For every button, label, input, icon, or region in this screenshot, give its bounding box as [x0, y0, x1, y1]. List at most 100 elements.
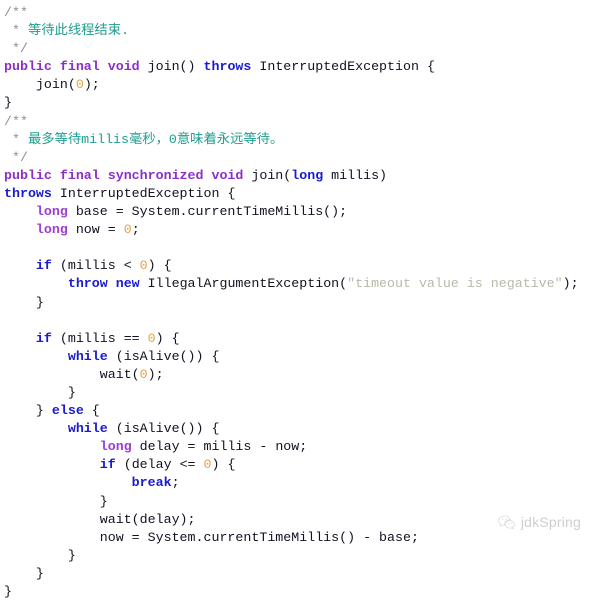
- code-token: ) {: [155, 330, 180, 346]
- code-token: millis): [323, 167, 388, 183]
- code-token: ;: [131, 222, 140, 238]
- code-token: while: [67, 348, 108, 364]
- code-line: }: [0, 294, 591, 312]
- code-token: 0: [123, 222, 132, 238]
- code-token: 最多等待millis毫秒，0意味着永远等待。: [27, 131, 284, 147]
- code-token: }: [4, 547, 76, 563]
- code-token: InterruptedException {: [251, 59, 435, 75]
- code-line: } else {: [0, 402, 591, 420]
- code-token: public final synchronized void: [4, 167, 244, 183]
- code-token: if: [99, 457, 116, 473]
- code-token: base = System.currentTimeMillis();: [67, 204, 348, 220]
- code-line: /**: [0, 4, 591, 22]
- code-token: }: [4, 565, 44, 581]
- code-line: }: [0, 547, 591, 565]
- code-token: 0: [139, 366, 148, 382]
- code-token: {: [83, 403, 100, 419]
- code-token: long: [35, 222, 68, 238]
- code-token: (isAlive()) {: [107, 421, 220, 437]
- code-token: break: [131, 475, 172, 491]
- code-line: if (millis == 0) {: [0, 330, 591, 348]
- code-token: 0: [203, 457, 212, 473]
- code-snippet-image: /** * 等待此线程结束. */public final void join(…: [0, 0, 591, 599]
- code-token: );: [562, 276, 579, 292]
- code-line: * 等待此线程结束.: [0, 22, 591, 40]
- code-token: *: [4, 23, 28, 39]
- code-token: /**: [4, 5, 28, 20]
- code-line: */: [0, 40, 591, 58]
- code-token: }: [4, 493, 108, 509]
- code-token: join(): [139, 59, 204, 75]
- code-block: /** * 等待此线程结束. */public final void join(…: [0, 4, 591, 601]
- code-line: throws InterruptedException {: [0, 185, 591, 203]
- code-token: */: [4, 41, 28, 57]
- code-line: if (millis < 0) {: [0, 257, 591, 275]
- code-token: if: [35, 258, 52, 274]
- code-line: }: [0, 583, 591, 601]
- code-token: /**: [4, 113, 28, 129]
- code-line: }: [0, 384, 591, 402]
- code-token: IllegalArgumentException(: [139, 276, 348, 292]
- code-token: (isAlive()) {: [107, 348, 220, 364]
- wechat-icon: [498, 515, 515, 530]
- code-token: wait(delay);: [4, 511, 196, 527]
- code-token: ) {: [147, 258, 172, 274]
- code-token: }: [4, 403, 52, 419]
- code-token: "timeout value is negative": [347, 276, 563, 292]
- watermark: jdkSpring: [498, 514, 581, 530]
- code-token: }: [4, 95, 12, 111]
- code-line: }: [0, 565, 591, 583]
- code-token: long: [35, 204, 68, 220]
- code-token: now = System.currentTimeMillis() - base;: [4, 529, 419, 545]
- code-token: );: [83, 77, 100, 93]
- code-token: 0: [75, 77, 84, 93]
- code-token: if: [35, 330, 52, 346]
- code-token: *: [4, 131, 28, 147]
- code-line: long base = System.currentTimeMillis();: [0, 203, 591, 221]
- code-token: throws: [203, 59, 252, 75]
- code-line: /**: [0, 113, 591, 131]
- code-line: long delay = millis - now;: [0, 438, 591, 456]
- watermark-label: jdkSpring: [520, 514, 581, 530]
- code-token: */: [4, 149, 28, 165]
- code-token: (millis <: [51, 258, 140, 274]
- code-token: );: [147, 366, 164, 382]
- code-token: throws: [4, 185, 52, 201]
- code-token: long: [291, 167, 324, 183]
- code-line: wait(0);: [0, 366, 591, 384]
- code-token: 0: [147, 330, 156, 346]
- code-token: 0: [139, 258, 148, 274]
- code-token: public final void: [4, 59, 140, 75]
- code-token: throw new: [67, 276, 140, 292]
- code-token: }: [4, 384, 76, 400]
- code-line: while (isAlive()) {: [0, 420, 591, 438]
- code-line: if (delay <= 0) {: [0, 456, 591, 474]
- code-line: long now = 0;: [0, 221, 591, 239]
- code-line: }: [0, 493, 591, 511]
- code-token: long: [99, 439, 132, 455]
- code-token: (millis ==: [51, 330, 148, 346]
- code-token: }: [4, 294, 44, 310]
- code-line: join(0);: [0, 76, 591, 94]
- code-token: join(: [243, 167, 292, 183]
- code-token: InterruptedException {: [51, 185, 236, 201]
- code-token: }: [4, 584, 12, 599]
- code-token: delay = millis - now;: [131, 439, 308, 455]
- code-token: while: [67, 421, 108, 437]
- code-line: */: [0, 149, 591, 167]
- code-line: public final void join() throws Interrup…: [0, 58, 591, 76]
- code-line: * 最多等待millis毫秒，0意味着永远等待。: [0, 131, 591, 149]
- code-line: while (isAlive()) {: [0, 348, 591, 366]
- code-token: else: [51, 403, 84, 419]
- code-line: }: [0, 94, 591, 112]
